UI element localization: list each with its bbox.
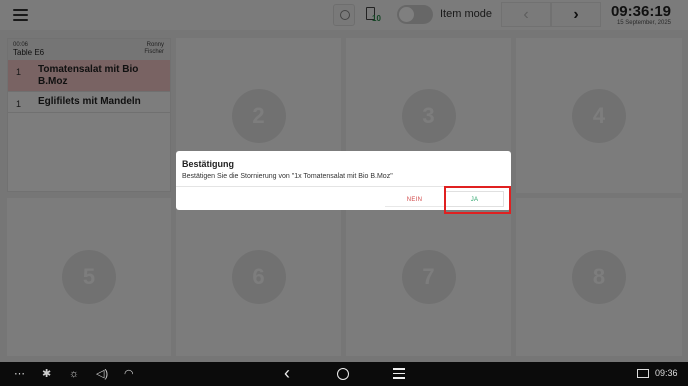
bluetooth-icon[interactable]: ✱ xyxy=(42,367,51,381)
recent-apps-icon[interactable] xyxy=(393,368,405,379)
screen-icon[interactable] xyxy=(637,369,649,378)
home-icon[interactable] xyxy=(337,368,349,380)
back-icon[interactable]: ‹ xyxy=(284,363,290,384)
status-time: 09:36 xyxy=(655,368,678,378)
more-icon[interactable]: ⋯ xyxy=(14,367,25,381)
dialog-title: Bestätigung xyxy=(182,159,235,169)
brightness-icon[interactable]: ☼ xyxy=(69,367,79,381)
volume-icon[interactable]: ◁) xyxy=(96,367,108,381)
wifi-icon[interactable]: ◠ xyxy=(124,367,134,381)
no-button[interactable]: NEIN xyxy=(385,193,444,207)
dialog-message: Bestätigen Sie die Stornierung von "1x T… xyxy=(182,173,393,180)
system-nav-bar: ⋯ ✱ ☼ ◁) ◠ ‹ 09:36 xyxy=(0,362,688,386)
highlight-box xyxy=(444,186,511,214)
